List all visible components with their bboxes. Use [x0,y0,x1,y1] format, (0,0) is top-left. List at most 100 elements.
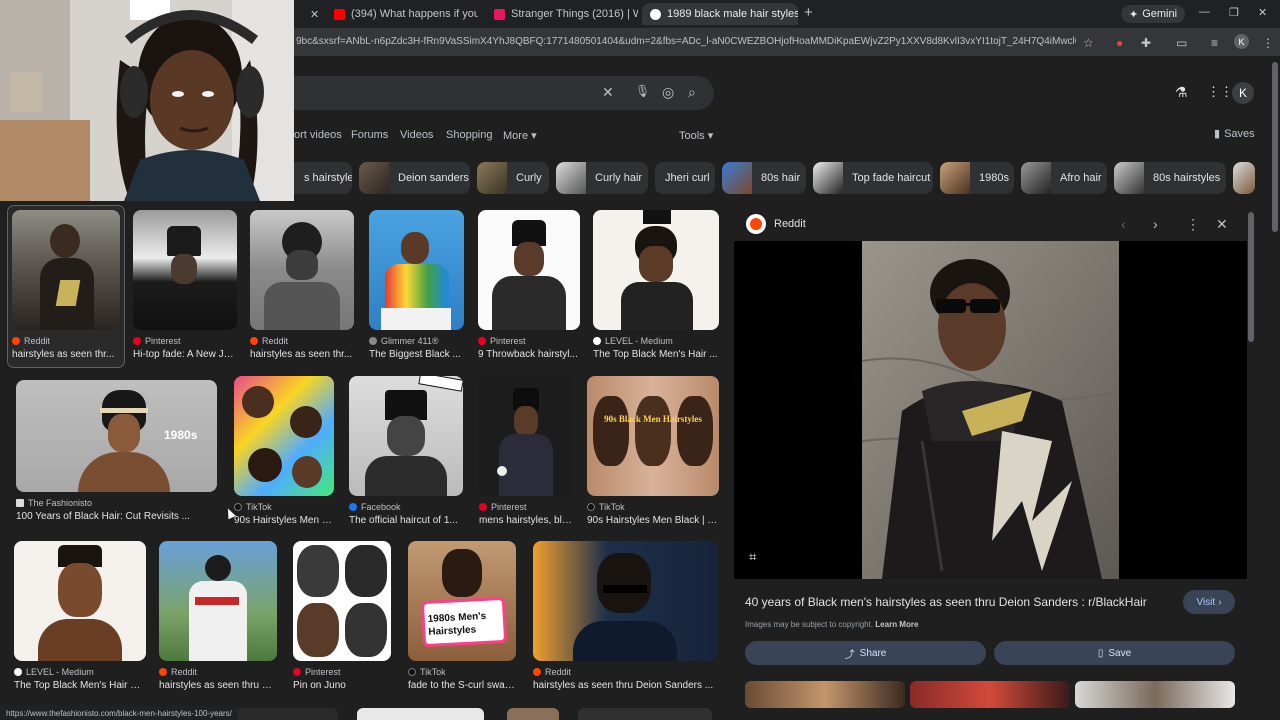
menu-list-icon[interactable]: ≡ [1211,36,1218,50]
bookmark-star-icon[interactable]: ☆ [1083,36,1094,50]
chip[interactable]: 80s hair [722,162,806,194]
search-icon[interactable]: ⌕ [688,84,696,101]
result-card[interactable]: TikTok 90s Hairstyles Men B... [234,376,334,526]
result-title[interactable]: Pin on Juno [293,680,391,691]
close-icon[interactable]: ✕ [304,8,319,21]
result-image[interactable]: 1980s [16,380,217,492]
tab-youtube[interactable]: (394) What happens if you stop... ✕ [326,3,478,25]
result-card[interactable]: Pinterest mens hairstyles, bla... [479,376,572,526]
window-close-icon[interactable]: ✕ [1258,6,1267,19]
google-lens-icon[interactable]: ⌗ [749,549,756,565]
result-image[interactable] [159,541,277,661]
result-title[interactable]: 90s Hairstyles Men B... [234,515,334,526]
labs-icon[interactable]: ⚗ [1175,84,1188,101]
tab-stranger-things[interactable]: Stranger Things (2016) | Watch... ✕ [486,3,638,25]
lens-icon[interactable]: ◎ [662,84,674,101]
minimize-icon[interactable]: — [1199,6,1210,18]
chip[interactable]: Top fade haircut [813,162,933,194]
related-image[interactable] [745,681,905,708]
result-card[interactable]: Pinterest Hi-top fade: A New Ja... [133,210,237,360]
result-title[interactable]: Hi-top fade: A New Ja... [133,349,237,360]
learn-more-link[interactable]: Learn More [875,620,918,629]
extension-icon[interactable]: ● [1116,36,1123,50]
result-title[interactable]: 90s Hairstyles Men Black | T... [587,515,719,526]
tab-more[interactable]: More ▾ [503,129,537,142]
chip[interactable]: Curly hair [556,162,648,194]
save-button[interactable]: ▯ Save [994,641,1235,665]
result-image[interactable] [578,708,712,720]
chip[interactable]: s hairstyles [294,162,352,194]
result-image[interactable]: 1980s Men's Hairstyles [408,541,516,661]
address-bar[interactable]: 9bc&sxsrf=ANbL-n6pZdc3H-fRn9VaSSimX4YhJ8… [296,36,1076,47]
preview-image[interactable] [862,241,1119,579]
related-image[interactable] [1075,681,1235,708]
profile-avatar[interactable]: K [1234,34,1249,49]
saves-button[interactable]: ▮ Saves [1214,127,1255,141]
result-image[interactable] [14,541,146,661]
result-title[interactable]: hairstyles as seen thru D... [159,680,277,691]
result-image[interactable] [133,210,237,330]
tab-short-videos[interactable]: ort videos [294,129,342,141]
tab-forums[interactable]: Forums [351,129,388,141]
result-image[interactable] [349,376,463,496]
visit-button[interactable]: Visit › [1183,590,1235,614]
panel-scrollbar[interactable] [1248,212,1254,342]
restore-icon[interactable]: ❐ [1229,6,1239,19]
result-title[interactable]: The Top Black Men's Hair St... [14,680,146,691]
chip[interactable]: Afro hair [1021,162,1107,194]
result-title[interactable]: The official haircut of 1... [349,515,463,526]
result-image[interactable]: 90s Black Men Hairstyles [587,376,719,496]
result-image[interactable] [478,210,580,330]
result-title[interactable]: 9 Throwback hairstyl... [478,349,580,360]
result-card[interactable]: 1980s Men's Hairstyles TikTok fade to th… [408,541,516,691]
tab-google-search[interactable]: 1989 black male hair styles - Go... ✕ [642,3,798,25]
result-image[interactable] [369,210,464,330]
search-input[interactable] [294,76,714,110]
result-image[interactable] [234,376,334,496]
next-icon[interactable]: › [1153,216,1158,232]
result-title[interactable]: mens hairstyles, bla... [479,515,572,526]
chip[interactable]: 1980s [940,162,1014,194]
share-button[interactable]: ⤴ Share [745,641,986,665]
result-card[interactable]: Glimmer 411® The Biggest Black ... [369,210,464,360]
chip[interactable]: Curly [477,162,549,194]
preview-source[interactable]: Reddit [746,214,806,234]
preview-title[interactable]: 40 years of Black men's hairstyles as se… [745,595,1147,609]
result-title[interactable]: 100 Years of Black Hair: Cut Revisits ..… [16,511,217,522]
result-title[interactable]: The Biggest Black ... [369,349,464,360]
chip[interactable]: Jheri curl [655,162,715,194]
result-card[interactable]: Reddit hairstyles as seen thr... [7,205,125,368]
chip[interactable]: 80s hairstyles [1114,162,1226,194]
result-title[interactable]: hairstyles as seen thr... [12,349,120,360]
result-image[interactable] [533,541,717,661]
extensions-puzzle-icon[interactable]: ✚ [1141,36,1151,50]
result-card[interactable]: 1980s The Fashionisto 100 Years of Black… [16,380,217,522]
result-card[interactable]: Reddit hairstyles as seen thru D... [159,541,277,691]
tab-shopping[interactable]: Shopping [446,129,493,141]
result-card[interactable]: 90s Black Men Hairstyles TikTok 90s Hair… [587,376,719,526]
clear-icon[interactable]: ✕ [602,84,614,101]
result-title[interactable]: The Top Black Men's Hair ... [593,349,719,360]
related-image[interactable] [910,681,1070,708]
new-tab-button[interactable]: + [804,4,813,21]
gemini-button[interactable]: ✦ Gemini [1121,5,1186,23]
result-image[interactable] [593,210,719,330]
mic-icon[interactable]: 🎙 [635,84,650,98]
close-icon[interactable]: ✕ [1216,216,1228,233]
result-image[interactable] [479,376,572,496]
result-image[interactable] [236,708,338,720]
result-image[interactable] [250,210,354,330]
account-avatar[interactable]: K [1232,82,1254,104]
result-card[interactable]: LEVEL - Medium The Top Black Men's Hair … [14,541,146,691]
chip[interactable]: Deion sanders [359,162,470,194]
chip[interactable] [1233,162,1255,194]
result-title[interactable]: hairstyles as seen thr... [250,349,354,360]
page-scrollbar[interactable] [1272,62,1278,232]
kebab-menu-icon[interactable]: ⋮ [1262,36,1274,50]
result-card[interactable]: Pinterest 9 Throwback hairstyl... [478,210,580,360]
result-image[interactable] [293,541,391,661]
result-card[interactable]: Facebook The official haircut of 1... [349,376,463,526]
result-image[interactable] [357,708,484,720]
previous-icon[interactable]: ‹ [1121,216,1126,232]
cast-icon[interactable]: ▭ [1176,36,1187,50]
